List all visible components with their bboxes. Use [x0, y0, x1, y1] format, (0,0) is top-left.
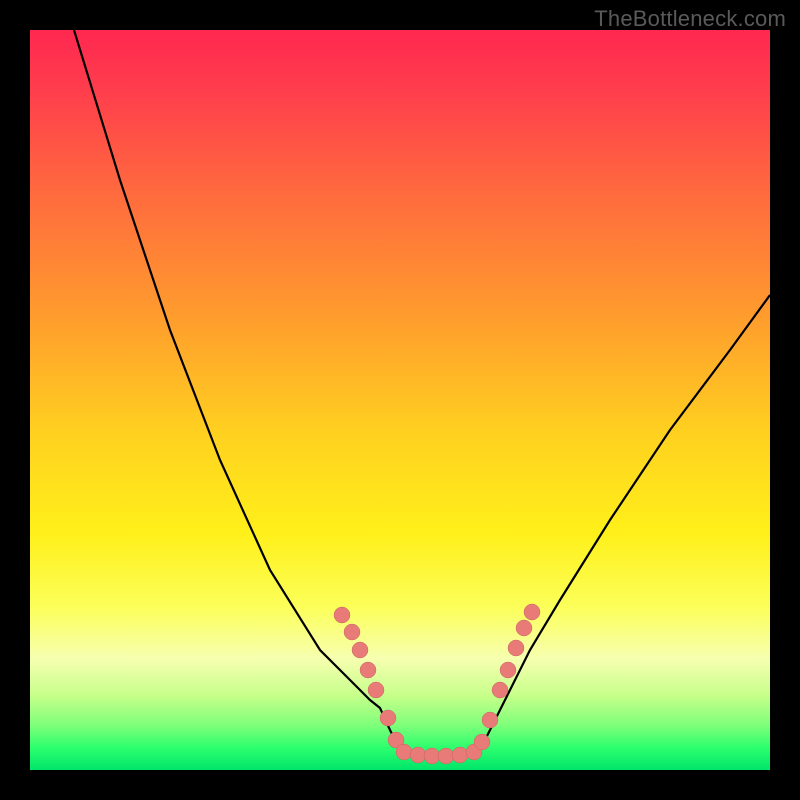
marker-dot — [438, 748, 454, 764]
marker-dot — [492, 682, 508, 698]
marker-dot — [500, 662, 516, 678]
marker-dot — [482, 712, 498, 728]
marker-dot — [368, 682, 384, 698]
left-branch-path — [74, 30, 400, 750]
chart-frame: TheBottleneck.com — [0, 0, 800, 800]
marker-dot — [344, 624, 360, 640]
marker-dot — [380, 710, 396, 726]
marker-dot — [360, 662, 376, 678]
marker-dot — [352, 642, 368, 658]
marker-dot — [508, 640, 524, 656]
marker-dots-group — [334, 604, 540, 764]
marker-dot — [524, 604, 540, 620]
marker-dot — [516, 620, 532, 636]
marker-dot — [474, 734, 490, 750]
marker-dot — [396, 744, 412, 760]
marker-dot — [410, 747, 426, 763]
plot-area — [30, 30, 770, 770]
marker-dot — [452, 747, 468, 763]
right-branch-path — [480, 295, 770, 750]
watermark-text: TheBottleneck.com — [594, 6, 786, 32]
marker-dot — [424, 748, 440, 764]
marker-dot — [334, 607, 350, 623]
curve-layer — [30, 30, 770, 770]
